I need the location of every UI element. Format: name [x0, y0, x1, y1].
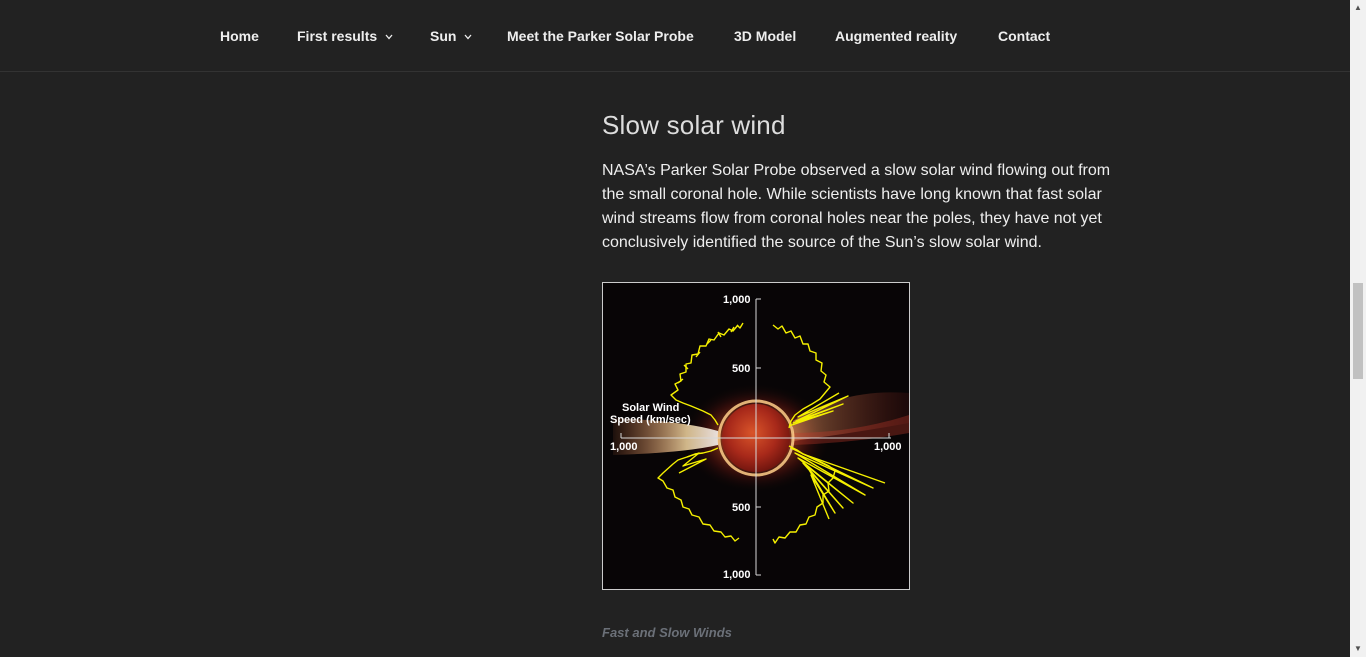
main-navigation: Home First results Sun Meet the Parker S…: [0, 0, 1350, 72]
figure-label-line2: Speed (km/sec): [610, 414, 691, 426]
axis-label-right: 1,000: [874, 441, 902, 453]
article-content: Slow solar wind NASA’s Parker Solar Prob…: [602, 108, 1122, 255]
nav-item-label: Contact: [998, 28, 1051, 44]
page-title: Slow solar wind: [602, 110, 786, 140]
solar-wind-illustration: 1,000 500 500 1,000 1,000 1,000 Solar Wi…: [610, 294, 909, 581]
nav-item-3d-model[interactable]: 3D Model: [734, 28, 796, 44]
nav-item-label: Meet the Parker Solar Probe: [507, 28, 694, 44]
axis-label-lower-mid: 500: [732, 502, 750, 514]
scroll-down-arrow-icon[interactable]: ▼: [1350, 641, 1366, 657]
nav-item-contact[interactable]: Contact: [998, 28, 1050, 44]
nav-item-augmented-reality[interactable]: Augmented reality: [835, 28, 957, 44]
nav-item-label: Home: [220, 28, 259, 44]
figure-label-line1: Solar Wind: [622, 402, 679, 414]
figure-caption: Fast and Slow Winds: [602, 625, 732, 640]
page-scrollbar[interactable]: ▲ ▼: [1350, 0, 1366, 657]
nav-item-sun[interactable]: Sun: [430, 28, 472, 44]
axis-label-bottom: 1,000: [723, 569, 751, 581]
nav-item-home[interactable]: Home: [220, 28, 259, 44]
solar-wind-figure[interactable]: 1,000 500 500 1,000 1,000 1,000 Solar Wi…: [602, 282, 910, 590]
nav-item-first-results[interactable]: First results: [297, 28, 393, 44]
nav-item-label: First results: [297, 28, 378, 44]
nav-item-label: 3D Model: [734, 28, 797, 44]
intro-paragraph: NASA’s Parker Solar Probe observed a slo…: [602, 162, 1111, 251]
chevron-down-icon: [464, 34, 472, 40]
nav-item-parker-probe[interactable]: Meet the Parker Solar Probe: [507, 28, 694, 44]
axis-label-left: 1,000: [610, 441, 638, 453]
nav-item-label: Augmented reality: [835, 28, 958, 44]
chevron-down-icon: [385, 34, 393, 40]
nav-item-label: Sun: [430, 28, 457, 44]
scroll-up-arrow-icon[interactable]: ▲: [1350, 0, 1366, 16]
axis-label-upper-mid: 500: [732, 363, 750, 375]
axis-label-top: 1,000: [723, 294, 751, 306]
scrollbar-thumb[interactable]: [1353, 283, 1363, 379]
